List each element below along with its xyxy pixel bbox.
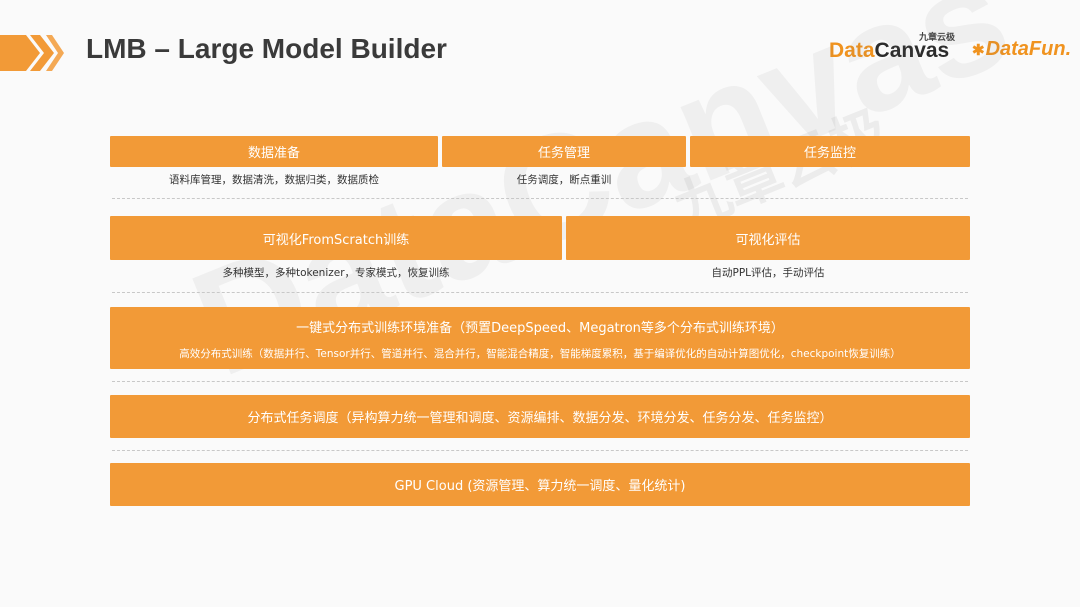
logo-datacanvas-text: DataCanvas [829, 39, 950, 62]
block-data-prep: 数据准备 [110, 136, 438, 167]
block-label: 任务管理 [537, 146, 590, 161]
block-visual-eval: 可视化评估 [566, 216, 970, 260]
divider [112, 381, 968, 382]
block-visual-training: 可视化FromScratch训练 [110, 216, 562, 260]
block-label: 一键式分布式训练环境准备（预置DeepSpeed、Megatron等多个分布式训… [296, 321, 784, 336]
chevron-arrow-icon [0, 35, 64, 71]
block-label: GPU Cloud (资源管理、算力统一调度、量化统计) [394, 479, 686, 494]
block-label: 可视化FromScratch训练 [262, 232, 410, 248]
block-task-monitor: 任务监控 [690, 136, 970, 167]
caption-task-mgmt: 任务调度，断点重训 [516, 174, 612, 186]
caption-data-prep: 语料库管理，数据清洗，数据归类，数据质检 [169, 174, 379, 186]
datafun-star-icon: ✱ [972, 42, 985, 59]
logo-datafun-text: DataFun. [985, 38, 1072, 60]
divider [112, 292, 968, 293]
block-label: 可视化评估 [735, 232, 801, 248]
block-label: 数据准备 [247, 146, 300, 161]
datacanvas-logo: 九章云极 DataCanvas [829, 30, 959, 64]
block-label: 分布式任务调度（异构算力统一管理和调度、资源编排、数据分发、环境分发、任务分发、… [247, 411, 833, 426]
block-caption: 高效分布式训练（数据并行、Tensor并行、管道并行、混合并行，智能混合精度，智… [179, 348, 901, 360]
block-distributed-env: 一键式分布式训练环境准备（预置DeepSpeed、Megatron等多个分布式训… [110, 307, 970, 369]
caption-visual-training: 多种模型，多种tokenizer，专家模式，恢复训练 [222, 267, 450, 279]
block-gpu-cloud: GPU Cloud (资源管理、算力统一调度、量化统计) [110, 463, 970, 506]
caption-visual-eval: 自动PPL评估，手动评估 [711, 267, 825, 279]
block-task-mgmt: 任务管理 [442, 136, 686, 167]
divider [112, 198, 968, 199]
block-task-scheduling: 分布式任务调度（异构算力统一管理和调度、资源编排、数据分发、环境分发、任务分发、… [110, 395, 970, 438]
page-title: LMB – Large Model Builder [86, 33, 447, 64]
datafun-logo: ✱DataFun. [972, 38, 1071, 61]
block-label: 任务监控 [803, 146, 856, 161]
divider [112, 450, 968, 451]
